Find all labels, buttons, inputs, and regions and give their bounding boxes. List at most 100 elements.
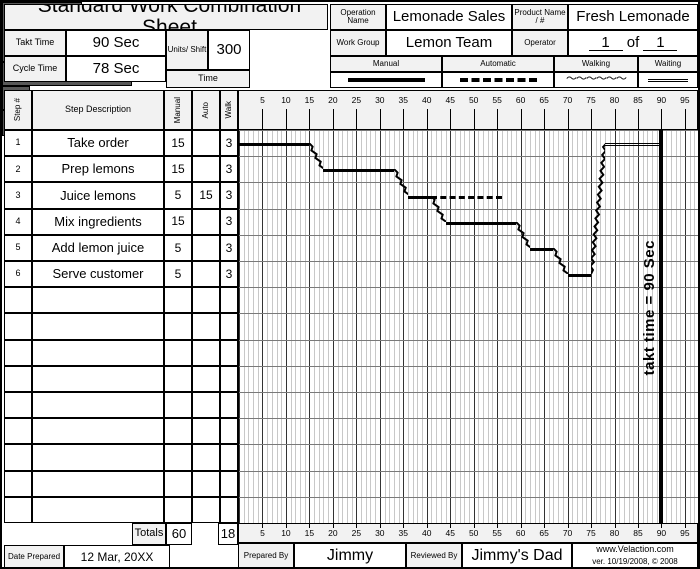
row-3-auto[interactable]: 15 bbox=[192, 182, 220, 209]
chart-gridline bbox=[370, 130, 372, 523]
chart-gridline bbox=[506, 130, 508, 523]
chart-gridline bbox=[417, 130, 419, 523]
row-2-description[interactable]: Prep lemons bbox=[32, 156, 164, 183]
row-7-description[interactable] bbox=[32, 287, 164, 314]
chart-gridline bbox=[539, 130, 541, 523]
row-10-manual[interactable] bbox=[164, 365, 192, 392]
chart-rowline bbox=[239, 365, 698, 367]
chart-rowline bbox=[239, 182, 698, 184]
row-2-walk[interactable]: 3 bbox=[220, 156, 238, 183]
prepared-by-value[interactable]: Jimmy bbox=[294, 543, 406, 567]
legend-label-waiting: Waiting bbox=[638, 56, 698, 72]
row-10-auto[interactable] bbox=[192, 365, 220, 392]
row-11-walk[interactable] bbox=[220, 392, 238, 419]
website-link[interactable]: www.Velaction.com bbox=[572, 543, 698, 556]
timeline-tick-label-bottom: 45 bbox=[445, 528, 455, 538]
chart-rowline bbox=[239, 156, 698, 158]
row-11-description[interactable] bbox=[32, 392, 164, 419]
takt-time-label: Takt Time bbox=[4, 30, 66, 56]
row-1-description[interactable]: Take order bbox=[32, 130, 164, 157]
operation-name-value[interactable]: Lemonade Sales bbox=[386, 4, 512, 30]
row-6-walk[interactable]: 3 bbox=[220, 261, 238, 288]
row-1-manual[interactable]: 15 bbox=[164, 130, 192, 157]
row-14-walk[interactable] bbox=[220, 470, 238, 497]
timeline-tick-label-bottom: 35 bbox=[398, 528, 409, 538]
units-shift-value[interactable]: 300 bbox=[208, 30, 250, 70]
work-group-value[interactable]: Lemon Team bbox=[386, 30, 512, 56]
row-12-manual[interactable] bbox=[164, 418, 192, 445]
row-3-walk[interactable]: 3 bbox=[220, 182, 238, 209]
row-3-description[interactable]: Juice lemons bbox=[32, 182, 164, 209]
takt-time-value[interactable]: 90 Sec bbox=[66, 30, 166, 56]
row-5-walk[interactable]: 3 bbox=[220, 234, 238, 261]
operator-current[interactable]: 1 bbox=[588, 34, 623, 52]
chart-gridline bbox=[239, 130, 240, 523]
row-6-manual[interactable]: 5 bbox=[164, 261, 192, 288]
row-1-auto[interactable] bbox=[192, 130, 220, 157]
row-13-manual[interactable] bbox=[164, 444, 192, 471]
timeline-tick-top bbox=[309, 109, 311, 130]
row-15-manual[interactable] bbox=[164, 496, 192, 523]
walk-line bbox=[553, 247, 568, 275]
timeline-tick-label-bottom: 55 bbox=[492, 528, 502, 538]
row-6-description[interactable]: Serve customer bbox=[32, 261, 164, 288]
row-4-auto[interactable] bbox=[192, 208, 220, 235]
timeline-tick-top bbox=[614, 109, 616, 130]
operator-total[interactable]: 1 bbox=[643, 34, 678, 52]
row-9-description[interactable] bbox=[32, 339, 164, 366]
chart-gridline bbox=[487, 130, 489, 523]
row-2-manual[interactable]: 15 bbox=[164, 156, 192, 183]
timeline-tick-label-bottom: 95 bbox=[680, 528, 690, 538]
row-13-description[interactable] bbox=[32, 444, 164, 471]
row-13-auto[interactable] bbox=[192, 444, 220, 471]
row-8-description[interactable] bbox=[32, 313, 164, 340]
timeline-tick-bottom bbox=[614, 524, 616, 528]
row-7-auto[interactable] bbox=[192, 287, 220, 314]
chart-rowline bbox=[239, 287, 698, 289]
row-5-auto[interactable] bbox=[192, 234, 220, 261]
row-1-walk[interactable]: 3 bbox=[220, 130, 238, 157]
timeline-tick-bottom bbox=[497, 524, 499, 528]
row-11-manual[interactable] bbox=[164, 392, 192, 419]
row-14-description[interactable] bbox=[32, 470, 164, 497]
row-2-step-number: 2 bbox=[4, 156, 32, 183]
row-13-walk[interactable] bbox=[220, 444, 238, 471]
row-8-manual[interactable] bbox=[164, 313, 192, 340]
row-9-walk[interactable] bbox=[220, 339, 238, 366]
row-12-auto[interactable] bbox=[192, 418, 220, 445]
row-7-walk[interactable] bbox=[220, 287, 238, 314]
row-9-manual[interactable] bbox=[164, 339, 192, 366]
cycle-time-value[interactable]: 78 Sec bbox=[66, 56, 166, 82]
row-3-manual[interactable]: 5 bbox=[164, 182, 192, 209]
row-14-auto[interactable] bbox=[192, 470, 220, 497]
timeline-tick-label-top: 5 bbox=[260, 95, 265, 105]
row-8-walk[interactable] bbox=[220, 313, 238, 340]
row-4-description[interactable]: Mix ingredients bbox=[32, 208, 164, 235]
row-11-auto[interactable] bbox=[192, 392, 220, 419]
row-7-manual[interactable] bbox=[164, 287, 192, 314]
row-15-description[interactable] bbox=[32, 496, 164, 523]
row-12-walk[interactable] bbox=[220, 418, 238, 445]
row-5-description[interactable]: Add lemon juice bbox=[32, 234, 164, 261]
row-15-walk[interactable] bbox=[220, 496, 238, 523]
chart-gridline bbox=[285, 130, 287, 523]
row-6-auto[interactable] bbox=[192, 261, 220, 288]
chart-gridline bbox=[346, 130, 348, 523]
reviewed-by-value[interactable]: Jimmy's Dad bbox=[462, 543, 572, 567]
row-10-description[interactable] bbox=[32, 365, 164, 392]
row-14-manual[interactable] bbox=[164, 470, 192, 497]
row-4-manual[interactable]: 15 bbox=[164, 208, 192, 235]
product-name-value[interactable]: Fresh Lemonade bbox=[568, 4, 698, 30]
row-8-auto[interactable] bbox=[192, 313, 220, 340]
row-12-description[interactable] bbox=[32, 418, 164, 445]
date-prepared-value[interactable]: 12 Mar, 20XX bbox=[64, 545, 170, 567]
row-4-walk[interactable]: 3 bbox=[220, 208, 238, 235]
row-5-manual[interactable]: 5 bbox=[164, 234, 192, 261]
operator-value[interactable]: 1 of 1 bbox=[568, 30, 698, 56]
row-9-auto[interactable] bbox=[192, 339, 220, 366]
row-2-auto[interactable] bbox=[192, 156, 220, 183]
chart-gridline bbox=[431, 130, 433, 523]
row-10-walk[interactable] bbox=[220, 365, 238, 392]
row-15-auto[interactable] bbox=[192, 496, 220, 523]
timeline-tick-label-bottom: 80 bbox=[609, 528, 620, 538]
